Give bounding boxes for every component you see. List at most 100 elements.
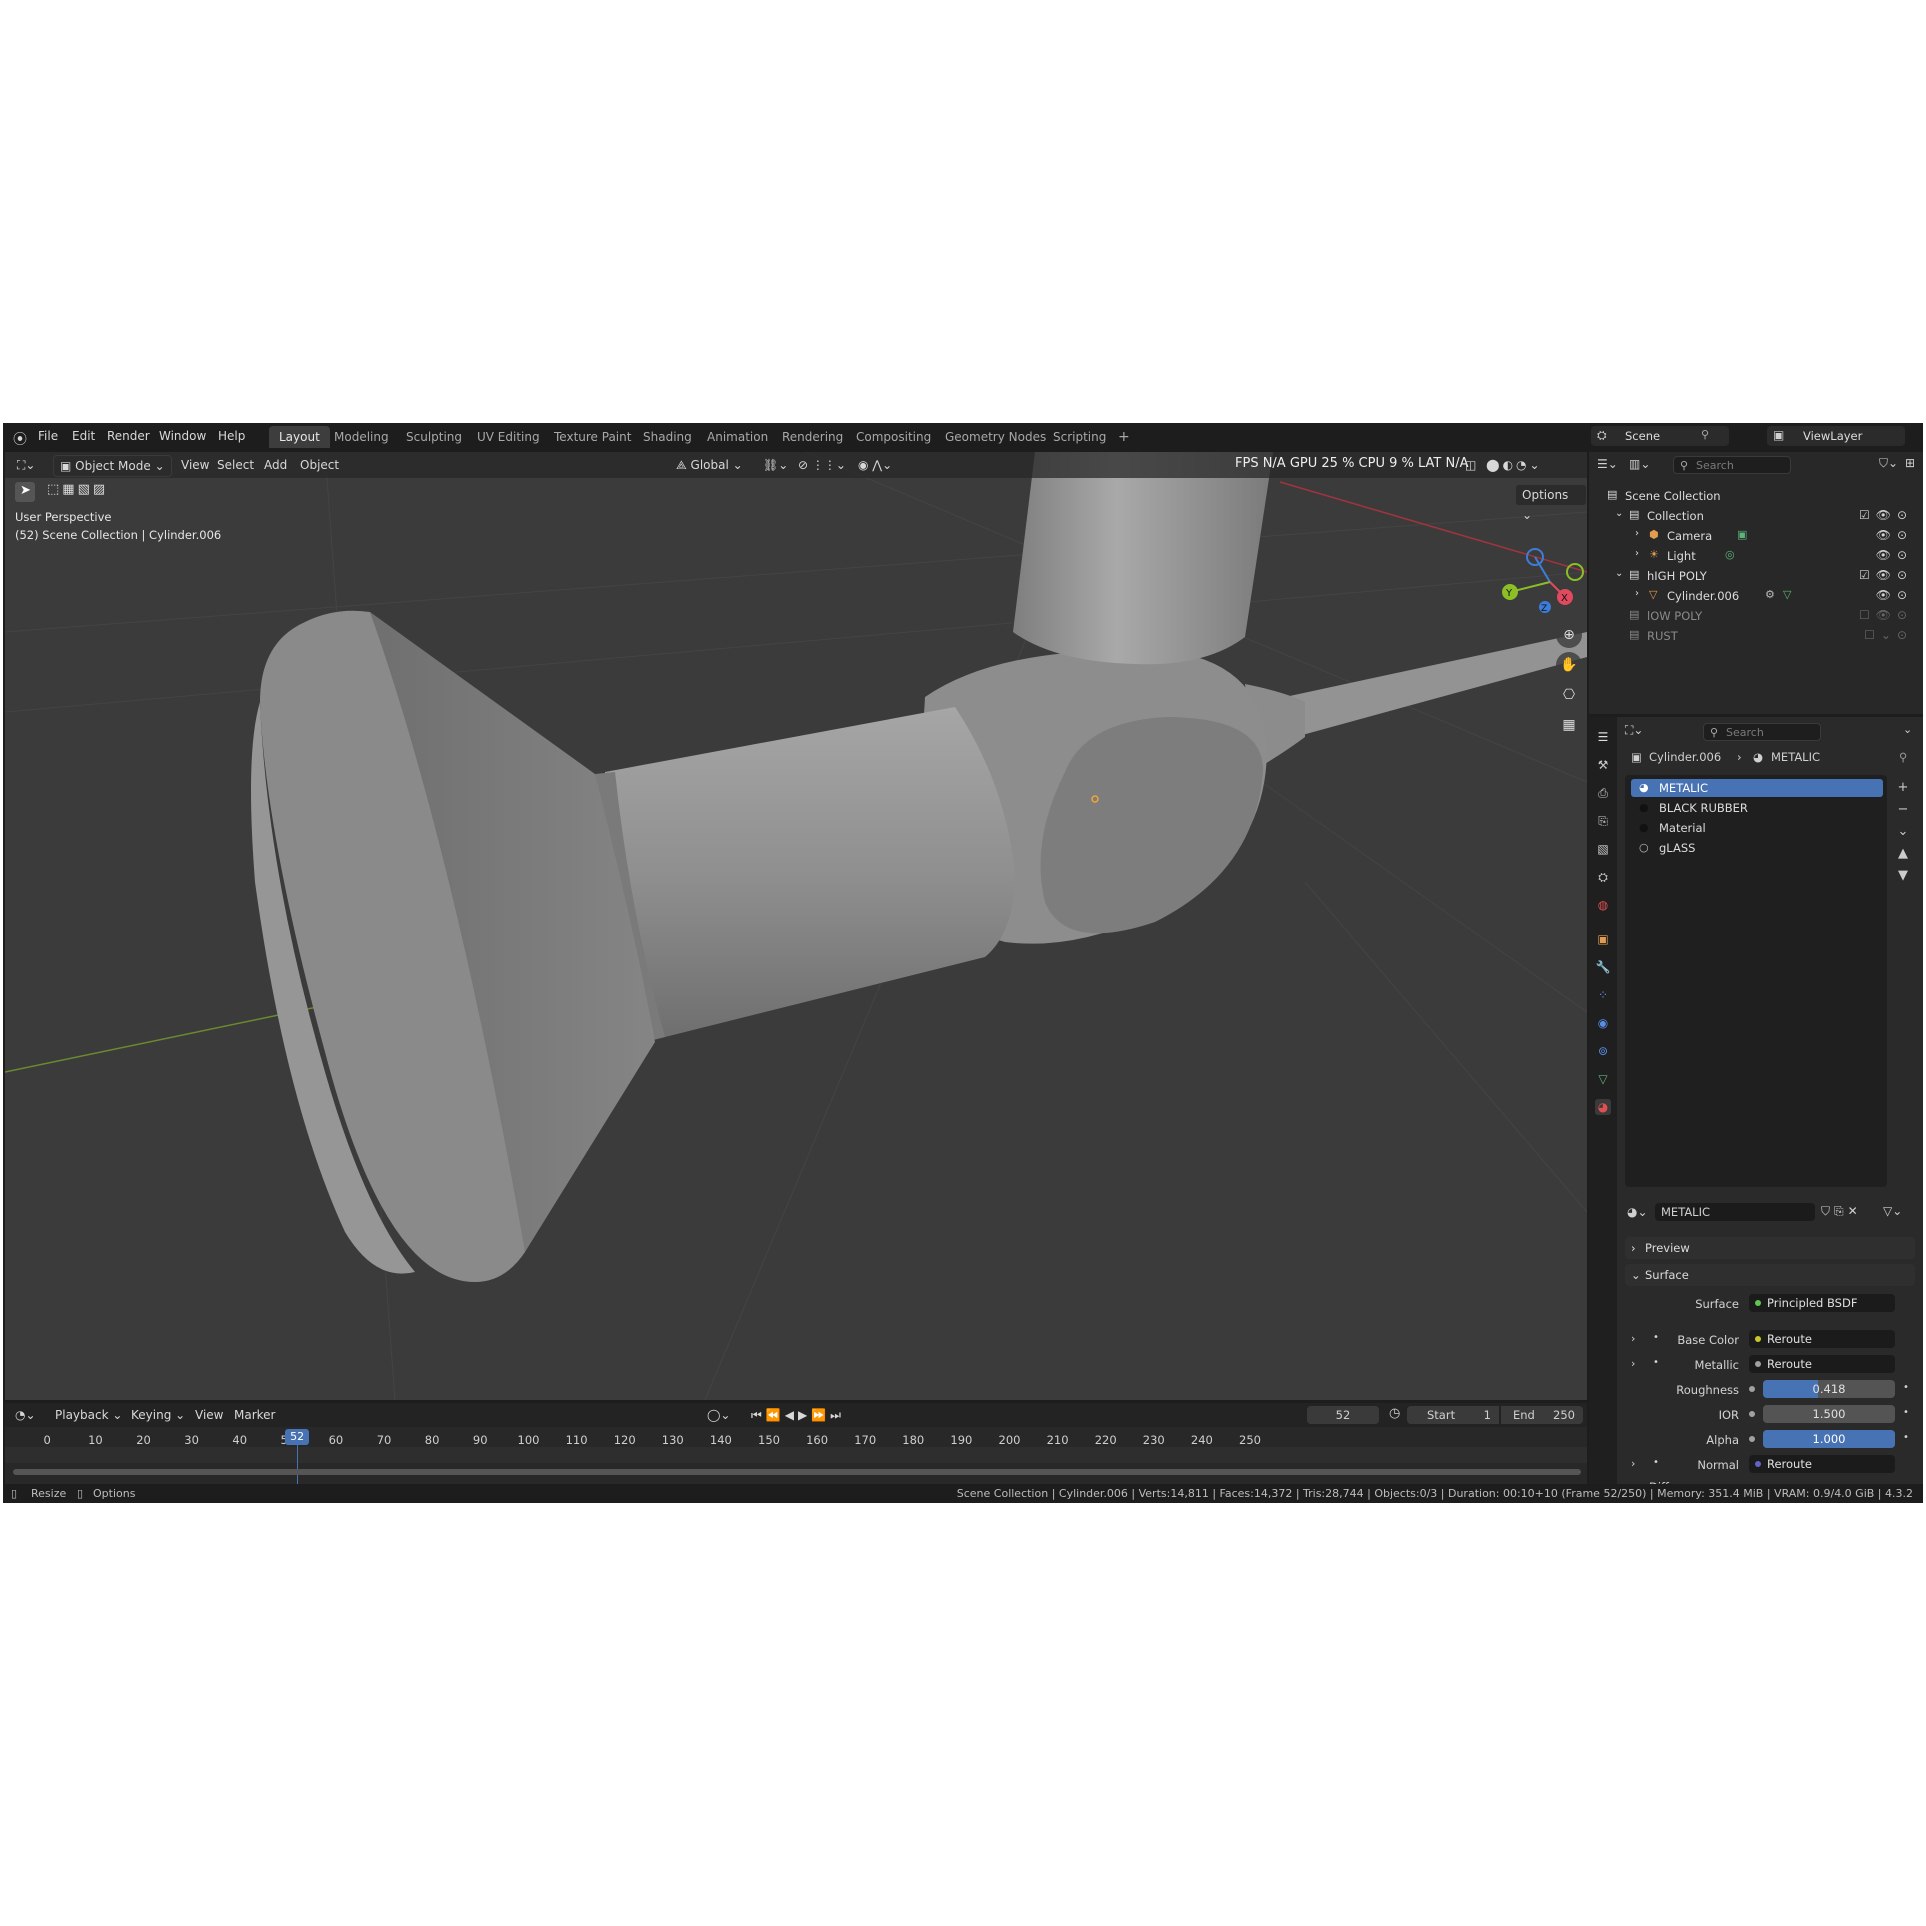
chevron-down-icon[interactable]: ⌄ <box>1615 508 1623 519</box>
chevron-right-icon[interactable]: › <box>1635 548 1639 559</box>
ortho-grid-icon[interactable]: ▦ <box>1556 712 1582 738</box>
metallic-field[interactable]: Reroute <box>1749 1355 1895 1373</box>
world-tab-icon[interactable]: ◍ <box>1595 897 1611 913</box>
material-tab-icon[interactable]: ◕ <box>1595 1099 1611 1115</box>
material-name-field[interactable]: METALIC <box>1655 1203 1815 1221</box>
3d-viewport[interactable]: Y X Z ⛶⌄ ▣ Object Mode ⌄ View Select Add… <box>5 452 1587 1400</box>
material-datablock[interactable]: ◕⌄ METALIC ⛉⎘✕ ▽⌄ <box>1625 1203 1915 1223</box>
visibility-icons[interactable]: 👁⊙ <box>1876 588 1913 602</box>
scene-selector[interactable]: ⛭ Scene ⚲ <box>1591 426 1729 446</box>
object-tab-icon[interactable]: ▣ <box>1595 931 1611 947</box>
menu-render[interactable]: Render <box>107 429 150 443</box>
tab-texture-paint[interactable]: Texture Paint <box>544 426 641 448</box>
preview-panel-header[interactable]: › Preview <box>1625 1237 1915 1259</box>
move-slot-down-button[interactable]: ▼ <box>1893 865 1913 887</box>
output-tab-icon[interactable]: ⎘ <box>1595 813 1611 829</box>
timeline-scrollbar[interactable] <box>13 1469 1581 1475</box>
editor-type-icon[interactable]: ⛶⌄ <box>11 455 41 475</box>
menu-file[interactable]: File <box>38 429 58 443</box>
options-button[interactable]: Options ⌄ <box>1515 484 1587 522</box>
outliner-row-camera[interactable]: › ⬢ Camera ▣ 👁⊙ <box>1589 526 1923 546</box>
pivot-icon[interactable]: ⛓⌄ <box>757 455 794 475</box>
pan-hand-icon[interactable]: ✋ <box>1556 652 1582 678</box>
view-layer-selector[interactable]: ▣ ViewLayer <box>1767 426 1905 446</box>
select-tool-icon[interactable]: ➤ <box>15 482 35 502</box>
playhead-marker[interactable]: 52 <box>285 1429 310 1445</box>
chevron-right-icon[interactable]: › <box>1631 1357 1635 1370</box>
transform-orientation[interactable]: ⟁ Global ⌄ <box>670 455 749 475</box>
tab-modeling[interactable]: Modeling <box>324 426 399 448</box>
chevron-right-icon[interactable]: › <box>1631 1457 1635 1470</box>
tab-uv-editing[interactable]: UV Editing <box>467 426 550 448</box>
display-mode-icon[interactable]: ▥⌄ <box>1629 457 1650 471</box>
pin-icon[interactable]: ⚲ <box>1701 428 1709 441</box>
keyframe-dot-icon[interactable]: • <box>1903 1407 1909 1418</box>
physics-tab-icon[interactable]: ◉ <box>1595 1015 1611 1031</box>
outliner-search-input[interactable]: ⚲ Search <box>1673 456 1791 474</box>
tab-shading[interactable]: Shading <box>633 426 702 448</box>
outliner-row-rust[interactable]: ▤ RUST ☐⌄⊙ <box>1589 626 1923 646</box>
menu-add[interactable]: Add <box>258 455 293 475</box>
properties-editor[interactable]: ☰ ⚒ ⎙ ⎘ ▧ ⛭ ◍ ▣ 🔧 ⁘ ◉ ⊚ ▽ ◕ ⛶⌄ ⚲ Search … <box>1589 717 1923 1494</box>
render-tab-icon[interactable]: ⎙ <box>1595 785 1611 801</box>
chevron-down-icon[interactable]: ⌄ <box>1903 723 1912 736</box>
move-slot-up-button[interactable]: ▲ <box>1893 843 1913 865</box>
alpha-slider[interactable]: 1.000 <box>1763 1430 1895 1448</box>
keyframe-dot-icon[interactable]: • <box>1903 1382 1909 1393</box>
remove-slot-button[interactable]: − <box>1893 799 1913 821</box>
particles-tab-icon[interactable]: ⁘ <box>1595 987 1611 1003</box>
selection-mode-icons[interactable]: ⬚▦▧▨ <box>47 482 147 502</box>
outliner-row-low-poly[interactable]: ▤ lOW POLY ☐👁⊙ <box>1589 606 1923 626</box>
visibility-icons[interactable]: ☑👁⊙ <box>1859 508 1913 522</box>
menu-object[interactable]: Object <box>294 455 345 475</box>
pin-icon[interactable]: ⚲ <box>1899 750 1907 764</box>
visibility-icons[interactable]: ☐⌄⊙ <box>1864 628 1913 642</box>
tab-sculpting[interactable]: Sculpting <box>396 426 472 448</box>
tab-rendering[interactable]: Rendering <box>772 426 853 448</box>
tab-animation[interactable]: Animation <box>697 426 778 448</box>
viewport-scene[interactable]: Y X Z <box>5 452 1587 1400</box>
new-collection-icon[interactable]: ⊞ <box>1905 456 1915 470</box>
ior-field[interactable]: 1.500 <box>1763 1405 1895 1423</box>
chevron-right-icon[interactable]: › <box>1635 588 1639 599</box>
visibility-icons[interactable]: ☑👁⊙ <box>1859 568 1913 582</box>
link-filter-icon[interactable]: ▽⌄ <box>1883 1204 1902 1218</box>
navigation-gizmo[interactable]: Y X Z <box>1502 548 1584 614</box>
material-slot-black-rubber[interactable]: ● BLACK RUBBER <box>1631 799 1883 817</box>
add-workspace-button[interactable]: + <box>1108 426 1140 448</box>
menu-edit[interactable]: Edit <box>72 429 95 443</box>
outliner-row-light[interactable]: › ☀ Light ◎ 👁⊙ <box>1589 546 1923 566</box>
slot-specials-button[interactable]: ⌄ <box>1893 821 1913 843</box>
menu-window[interactable]: Window <box>159 429 206 443</box>
chevron-down-icon[interactable]: ⌄ <box>1615 568 1623 579</box>
zoom-icon[interactable]: ⊕ <box>1556 622 1582 648</box>
surface-shader-field[interactable]: Principled BSDF <box>1749 1294 1895 1312</box>
data-tab-icon[interactable]: ▽ <box>1595 1071 1611 1087</box>
normal-field[interactable]: Reroute <box>1749 1455 1895 1473</box>
view-layer-tab-icon[interactable]: ▧ <box>1595 841 1611 857</box>
material-slot-material[interactable]: ● Material <box>1631 819 1883 837</box>
blender-logo-icon[interactable]: ⦿ <box>13 429 27 449</box>
outliner-row-cylinder[interactable]: › ▽ Cylinder.006 ⚙ ▽ 👁⊙ <box>1589 586 1923 606</box>
outliner-row-scene-collection[interactable]: ▤ Scene Collection <box>1589 486 1923 506</box>
timeline-track[interactable] <box>5 1447 1587 1463</box>
material-datablock-buttons[interactable]: ⛉⎘✕ <box>1821 1204 1862 1219</box>
base-color-field[interactable]: Reroute <box>1749 1330 1895 1348</box>
surface-panel-header[interactable]: ⌄ Surface <box>1625 1264 1915 1286</box>
browse-material-icon[interactable]: ◕⌄ <box>1627 1205 1648 1219</box>
visibility-icons[interactable]: ☐👁⊙ <box>1859 608 1913 622</box>
properties-editor-icon[interactable]: ☰ <box>1595 729 1611 745</box>
chevron-right-icon[interactable]: › <box>1631 1332 1635 1345</box>
outliner-editor-icon[interactable]: ☰⌄ <box>1597 457 1618 471</box>
keyframe-dot-icon[interactable]: • <box>1903 1432 1909 1443</box>
constraints-tab-icon[interactable]: ⊚ <box>1595 1043 1611 1059</box>
outliner-row-high-poly[interactable]: ⌄ ▤ hIGH POLY ☑👁⊙ <box>1589 566 1923 586</box>
timeline[interactable]: ◔⌄ Playback ⌄ Keying ⌄ View Marker ◯⌄ ⏮⏪… <box>5 1403 1587 1485</box>
outliner[interactable]: ☰⌄ ▥⌄ ⚲ Search ⛉⌄ ⊞ ▤ Scene Collection ⌄… <box>1589 452 1923 714</box>
tab-scripting[interactable]: Scripting <box>1043 426 1116 448</box>
tab-compositing[interactable]: Compositing <box>846 426 941 448</box>
props-editor-type-icon[interactable]: ⛶⌄ <box>1625 723 1643 738</box>
modifier-tab-icon[interactable]: 🔧 <box>1595 959 1611 975</box>
visibility-icons[interactable]: 👁⊙ <box>1876 548 1913 562</box>
properties-search-input[interactable]: ⚲ Search <box>1703 723 1821 741</box>
